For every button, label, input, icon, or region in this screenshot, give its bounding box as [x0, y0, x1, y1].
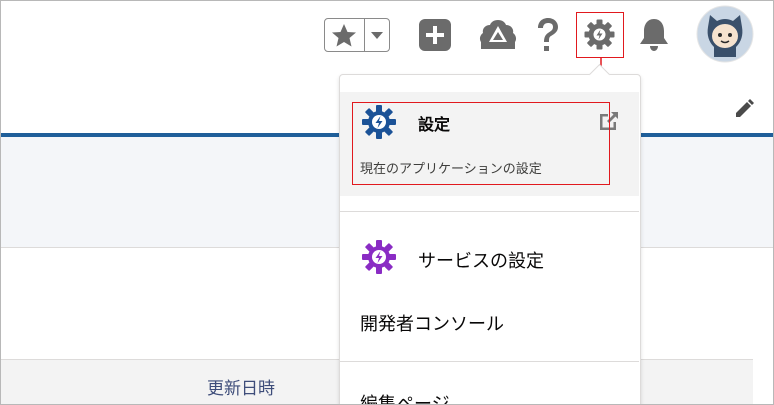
menu-divider [340, 211, 639, 212]
chevron-down-icon [371, 32, 383, 39]
column-header-last-modified[interactable]: 更新日時 [207, 374, 275, 399]
pencil-icon[interactable] [732, 97, 756, 121]
app-window: 更新日時 設定 現在のアプリケーションの設定 サービスの設定 開発者コンソール … [0, 0, 774, 405]
menu-item-service-setup[interactable]: サービスの設定 [418, 247, 544, 273]
gear-icon [584, 19, 615, 50]
question-icon[interactable] [529, 15, 565, 55]
service-setup-gear-icon [362, 240, 396, 274]
favorites-button-group [324, 18, 390, 52]
avatar[interactable] [696, 5, 754, 63]
menu-item-developer-console[interactable]: 開発者コンソール [360, 310, 504, 336]
bell-icon[interactable] [636, 16, 672, 54]
setup-gear-button[interactable] [576, 12, 624, 58]
favorites-button[interactable] [325, 19, 365, 51]
star-icon [332, 24, 356, 47]
favorites-menu-button[interactable] [365, 19, 389, 51]
menu-divider [340, 361, 639, 362]
menu-item-edit-page[interactable]: 編集ページ [360, 390, 450, 404]
global-actions-plus-icon[interactable] [418, 18, 452, 52]
trailhead-icon[interactable] [478, 18, 518, 52]
callout-highlight [352, 102, 610, 185]
